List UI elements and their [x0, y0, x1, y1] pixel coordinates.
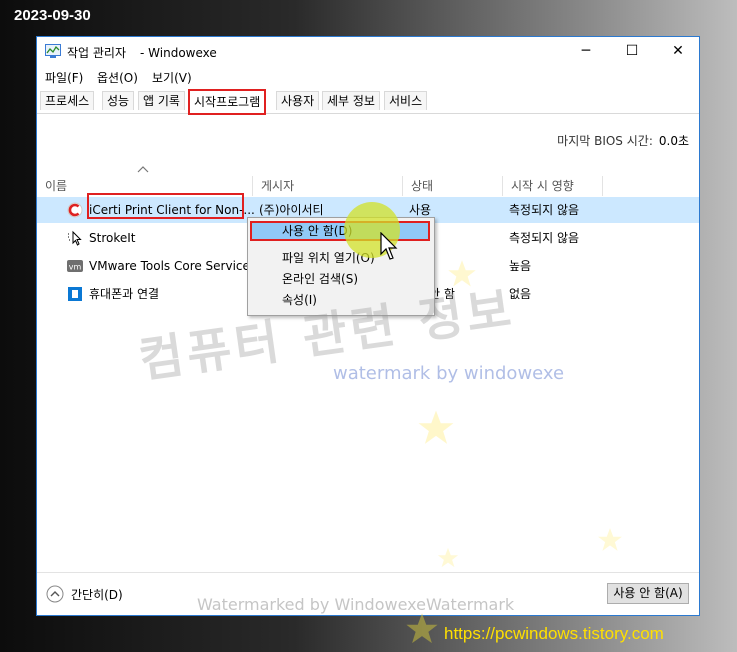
task-manager-window: 작업 관리자 - Windowexe ─ ☐ ✕ 파일(F) 옵션(O) 보기(V… — [36, 36, 700, 616]
row-name: StrokeIt — [89, 231, 136, 245]
bios-time-label: 마지막 BIOS 시간: — [557, 134, 653, 148]
tab-users[interactable]: 사용자 — [276, 91, 320, 110]
menu-file[interactable]: 파일(F) — [45, 69, 83, 86]
phone-link-icon — [68, 287, 82, 301]
bios-time: 마지막 BIOS 시간: 0.0초 — [557, 132, 689, 149]
window-title: 작업 관리자 — [67, 46, 127, 60]
close-icon: ✕ — [672, 43, 684, 59]
watermark-english: watermark by windowexe — [333, 363, 565, 384]
disable-button[interactable]: 사용 안 함(A) — [607, 583, 689, 604]
context-menu-disable[interactable]: 사용 안 함(D) — [282, 221, 352, 241]
minimize-icon: ─ — [581, 43, 591, 59]
menu-options[interactable]: 옵션(O) — [97, 69, 138, 86]
row-impact: 측정되지 않음 — [509, 231, 580, 245]
icerti-icon — [67, 202, 83, 218]
tab-details[interactable]: 세부 정보 — [322, 91, 380, 110]
title-bar[interactable]: 작업 관리자 - Windowexe ─ ☐ ✕ — [37, 37, 699, 66]
star-icon — [448, 260, 476, 287]
svg-text:vm: vm — [69, 263, 82, 272]
maximize-icon: ☐ — [625, 43, 639, 59]
tab-startup[interactable]: 시작프로그램 — [188, 89, 267, 115]
tab-processes[interactable]: 프로세스 — [40, 91, 95, 110]
row-name: VMware Tools Core Service — [89, 259, 250, 273]
row-impact: 높음 — [509, 259, 532, 273]
collapse-button[interactable]: 간단히(D) — [71, 586, 123, 603]
tab-app-history[interactable]: 앱 기록 — [138, 91, 185, 110]
menu-bar: 파일(F) 옵션(O) 보기(V) — [37, 67, 699, 87]
chevron-up-circle-icon[interactable] — [46, 585, 64, 603]
tab-bar: 프로세스 성능 앱 기록 시작프로그램 사용자 세부 정보 서비스 — [37, 89, 699, 115]
maximize-button[interactable]: ☐ — [609, 37, 655, 66]
minimize-button[interactable]: ─ — [563, 37, 609, 66]
date-overlay: 2023-09-30 — [14, 7, 91, 24]
row-impact: 측정되지 않음 — [509, 203, 580, 217]
row-name: 휴대폰과 연결 — [89, 287, 160, 301]
watermark-bottom: Watermarked by WindowexeWatermark — [197, 595, 515, 614]
context-menu-search-online[interactable]: 온라인 검색(S) — [282, 269, 358, 289]
column-status[interactable]: 상태 — [403, 176, 503, 196]
mouse-cursor-icon — [380, 232, 398, 260]
name-highlight-box — [87, 193, 244, 219]
menu-view[interactable]: 보기(V) — [152, 69, 192, 86]
star-icon — [437, 547, 459, 568]
window-app-name: - Windowexe — [140, 46, 217, 60]
sort-chevron-up-icon — [137, 166, 149, 173]
close-button[interactable]: ✕ — [655, 37, 699, 66]
task-manager-icon — [45, 44, 61, 58]
strokeit-icon — [68, 230, 82, 246]
star-icon — [598, 528, 622, 551]
tab-services[interactable]: 서비스 — [384, 91, 428, 110]
tab-performance[interactable]: 성능 — [102, 91, 135, 110]
star-icon — [418, 410, 454, 444]
star-icon — [406, 613, 438, 644]
column-startup-impact[interactable]: 시작 시 영향 — [503, 176, 603, 196]
bios-time-value: 0.0초 — [658, 134, 689, 148]
site-url: https://pcwindows.tistory.com — [444, 624, 664, 643]
column-publisher[interactable]: 게시자 — [253, 176, 403, 196]
vmware-icon: vm — [67, 260, 83, 272]
